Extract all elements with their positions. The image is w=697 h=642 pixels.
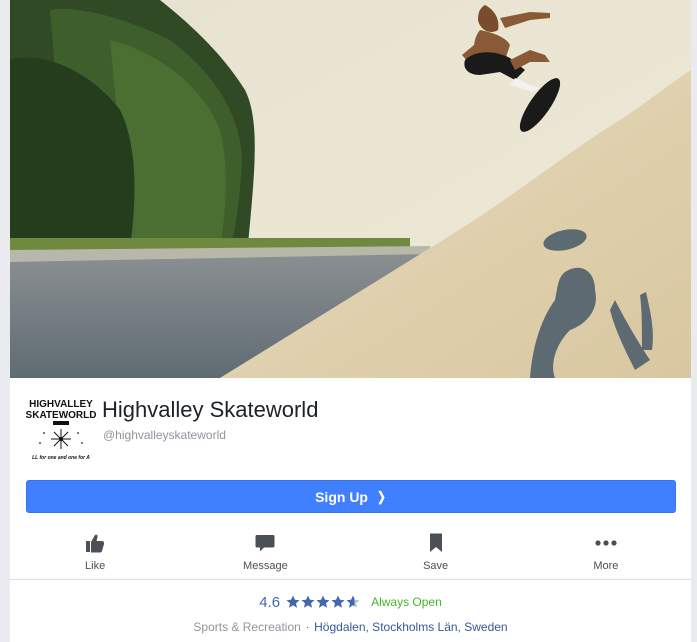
star-icon	[331, 595, 345, 608]
page-card: HIGHVALLEY SKATEWORLD LL for one and one…	[10, 0, 691, 642]
page-header: HIGHVALLEY SKATEWORLD LL for one and one…	[26, 393, 676, 463]
category-link[interactable]: Sports & Recreation	[193, 620, 300, 634]
star-icon	[316, 595, 330, 608]
speech-bubble-icon	[255, 532, 275, 554]
location-link[interactable]: Högdalen, Stockholms Län, Sweden	[314, 620, 507, 634]
thumbs-up-icon	[85, 532, 105, 554]
save-label: Save	[423, 560, 449, 572]
page-info: 4.6 Always Open Sports & Recreation · Hö…	[10, 593, 691, 635]
cover-photo[interactable]	[10, 0, 691, 378]
logo-tagline: LL for one and one for A	[32, 455, 90, 461]
star-icon	[301, 595, 315, 608]
page-title[interactable]: Highvalley Skateworld	[102, 397, 318, 423]
separator-dot: ·	[305, 621, 310, 633]
divider	[10, 579, 691, 580]
open-status: Always Open	[371, 595, 442, 609]
logo-line1: HIGHVALLEY	[29, 399, 93, 410]
like-button[interactable]: Like	[10, 528, 180, 576]
message-button[interactable]: Message	[180, 528, 350, 576]
sign-up-button[interactable]: Sign Up ❯	[26, 480, 676, 513]
message-label: Message	[243, 560, 288, 572]
rating-stars[interactable]	[286, 595, 361, 609]
logo-line2: SKATEWORLD	[26, 410, 96, 421]
like-label: Like	[85, 560, 106, 572]
cover-image	[10, 0, 691, 378]
save-button[interactable]: Save	[351, 528, 521, 576]
page-avatar[interactable]: HIGHVALLEY SKATEWORLD LL for one and one…	[26, 393, 96, 463]
sign-up-label: Sign Up	[315, 488, 368, 505]
rating-value[interactable]: 4.6	[259, 594, 280, 611]
ellipsis-icon	[595, 532, 617, 554]
action-bar: Like Message Save More	[10, 528, 691, 576]
bookmark-icon	[429, 532, 443, 554]
skateworld-logo: HIGHVALLEY SKATEWORLD LL for one and one…	[26, 393, 96, 463]
more-label: More	[593, 560, 619, 572]
page-handle[interactable]: @highvalleyskateworld	[103, 428, 226, 442]
chevron-right-icon: ❯	[377, 488, 386, 504]
star-icon	[346, 595, 360, 608]
more-button[interactable]: More	[521, 528, 691, 576]
star-icon	[286, 595, 300, 608]
